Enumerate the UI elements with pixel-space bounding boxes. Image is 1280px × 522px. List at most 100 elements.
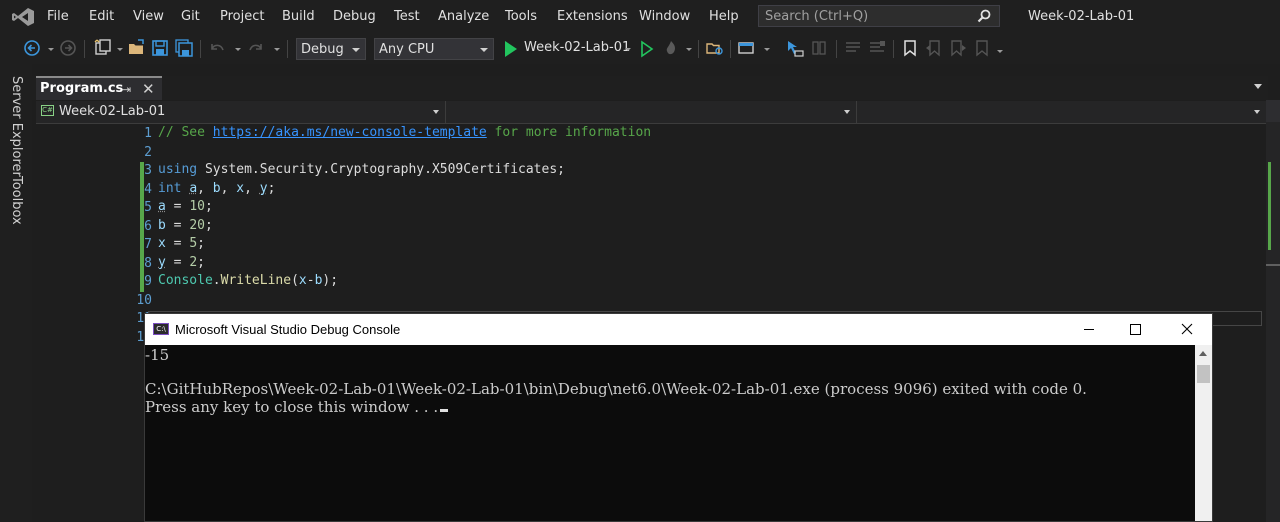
line-number: 5 [144,200,152,215]
select-element-icon[interactable] [786,39,804,57]
chevron-down-icon [844,110,850,114]
clear-bookmarks-icon[interactable] [973,39,991,57]
publish-icon[interactable] [738,39,756,57]
toolbar-separator [84,40,85,58]
code-line-4: int a, b, x, y; [158,181,276,196]
uncomment-icon[interactable] [868,39,886,57]
publish-caret[interactable] [764,48,770,51]
menu-file[interactable]: File [47,9,69,24]
toggle-layout-icon[interactable] [810,39,828,57]
redo-caret[interactable] [274,48,280,51]
platform-value: Any CPU [379,42,435,57]
new-project-caret[interactable] [117,48,123,51]
line-number: 10 [136,293,152,308]
debug-console-window[interactable]: C:\ Microsoft Visual Studio Debug Consol… [144,313,1213,522]
line-number: 4 [144,182,152,197]
document-tab-strip: Program.cs ⇥ ✕ [32,76,1268,100]
change-tracking-bar [140,162,144,292]
code-line-3: using System.Security.Cryptography.X509C… [158,162,565,177]
start-without-debugging-icon[interactable] [638,40,656,58]
console-cursor [440,409,449,412]
close-window-icon[interactable] [1164,314,1210,345]
console-scrollbar[interactable] [1195,345,1212,521]
solution-platform-dropdown[interactable]: Any CPU [374,38,494,60]
code-line-5: a = 10; [158,199,213,214]
undo-icon[interactable] [208,39,226,57]
previous-bookmark-icon[interactable] [925,39,943,57]
search-placeholder: Search (Ctrl+Q) [765,9,869,24]
menu-build[interactable]: Build [282,9,315,24]
code-line-9: Console.WriteLine(x-b); [158,273,339,288]
code-line-7: x = 5; [158,236,205,251]
menu-analyze[interactable]: Analyze [438,9,489,24]
navigate-back-icon[interactable] [23,39,41,57]
menu-help[interactable]: Help [709,9,739,24]
start-debugging-icon[interactable] [502,40,520,58]
menu-bar: File Edit View Git Project Build Debug T… [0,0,1280,34]
save-all-icon[interactable] [175,39,193,57]
console-output-line: C:\GitHubRepos\Week-02-Lab-01\Week-02-La… [145,380,1087,398]
menu-git[interactable]: Git [181,9,200,24]
save-icon[interactable] [151,39,169,57]
template-link[interactable]: https://aka.ms/new-console-template [213,125,487,140]
menu-debug[interactable]: Debug [333,9,376,24]
navigate-forward-icon[interactable] [59,39,77,57]
hot-reload-caret[interactable] [686,48,692,51]
back-dropdown-caret[interactable] [48,48,54,51]
pin-tab-icon[interactable]: ⇥ [122,83,131,96]
menu-window[interactable]: Window [639,9,690,24]
tab-program-cs[interactable]: Program.cs ⇥ ✕ [36,76,162,100]
toolbar-separator [730,40,731,58]
code-line-8: y = 2; [158,255,205,270]
close-tab-icon[interactable]: ✕ [142,80,155,98]
minimize-icon[interactable] [1066,314,1112,345]
browse-folder-icon[interactable] [706,39,724,57]
menu-tools[interactable]: Tools [505,9,537,24]
split-editor-button[interactable] [1266,100,1280,122]
type-dropdown[interactable] [446,101,857,123]
solution-title: Week-02-Lab-01 [1028,9,1135,24]
toggle-bookmark-icon[interactable] [901,39,919,57]
scroll-up-arrow-icon[interactable] [1199,351,1207,356]
chevron-down-icon [480,48,488,52]
line-number: 3 [144,163,152,178]
menu-extensions[interactable]: Extensions [557,9,628,24]
project-dropdown[interactable]: C# Week-02-Lab-01 [36,101,446,123]
editor-overview-scrollbar[interactable] [1266,100,1280,522]
menu-test[interactable]: Test [394,9,420,24]
member-dropdown[interactable] [857,101,1266,123]
start-target-caret[interactable] [625,48,631,51]
left-dock-panel: Server Explorer Toolbox [0,64,32,522]
start-target-label[interactable]: Week-02-Lab-01 [524,40,630,55]
console-output-line: -15 [145,346,170,364]
menu-view[interactable]: View [133,9,164,24]
debug-console-title: Microsoft Visual Studio Debug Console [175,322,401,337]
menu-project[interactable]: Project [220,9,264,24]
debug-console-title-bar[interactable]: C:\ Microsoft Visual Studio Debug Consol… [145,314,1212,345]
next-bookmark-icon[interactable] [949,39,967,57]
open-file-icon[interactable] [128,39,146,57]
console-output[interactable]: -15 C:\GitHubRepos\Week-02-Lab-01\Week-0… [145,345,1195,521]
hot-reload-icon[interactable] [662,39,680,57]
toolbar-overflow-caret[interactable] [997,50,1003,53]
scrollbar-thumb[interactable] [1197,365,1210,383]
visual-studio-logo-icon[interactable] [11,7,35,27]
line-number: 1 [144,126,152,141]
comment-out-icon[interactable] [844,39,862,57]
line-number: 6 [144,219,152,234]
code-line-6: b = 20; [158,218,213,233]
server-explorer-tab[interactable]: Server Explorer [9,76,24,177]
standard-toolbar: Debug Any CPU Week-02-Lab-01 [0,34,1280,64]
toolbox-tab[interactable]: Toolbox [9,176,24,225]
search-icon[interactable] [977,9,991,23]
project-name: Week-02-Lab-01 [59,104,166,119]
solution-configuration-dropdown[interactable]: Debug [296,38,366,60]
maximize-icon[interactable] [1112,314,1158,345]
undo-caret[interactable] [235,48,241,51]
search-box[interactable]: Search (Ctrl+Q) [758,5,1000,27]
chevron-down-icon [1254,110,1260,114]
menu-edit[interactable]: Edit [89,9,114,24]
tab-list-dropdown-icon[interactable] [1254,84,1262,89]
redo-icon[interactable] [247,39,265,57]
new-project-icon[interactable] [94,39,112,57]
